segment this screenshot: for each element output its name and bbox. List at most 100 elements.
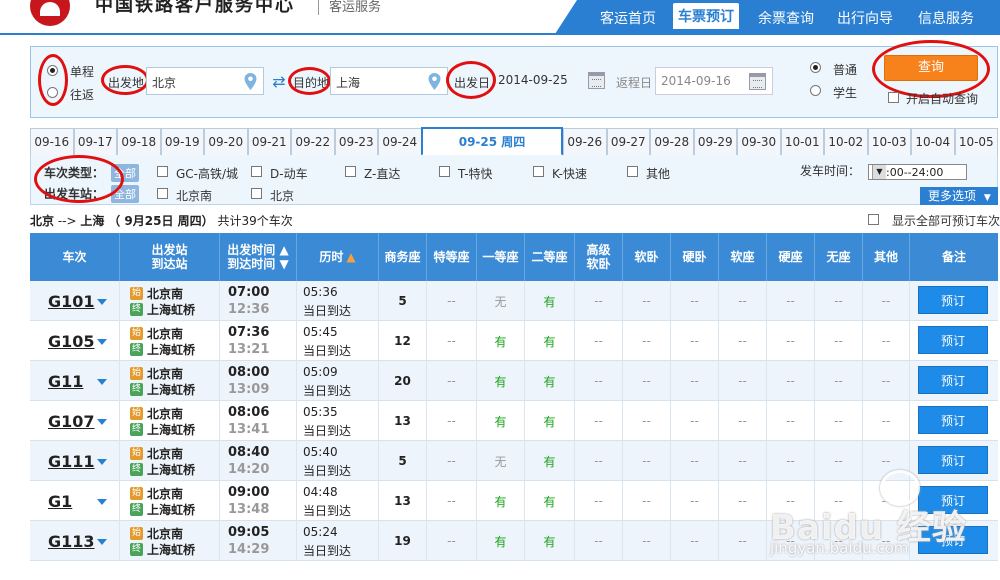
ticket-normal-radio[interactable] — [810, 62, 821, 73]
date-tab[interactable]: 09-24 — [378, 128, 422, 155]
depart-date-label: 出发日 — [454, 76, 491, 90]
seat-cell: -- — [863, 281, 910, 321]
ticket-student-radio[interactable] — [810, 85, 821, 96]
date-tab[interactable]: 09-27 — [606, 128, 650, 155]
seat-availability: 有 — [543, 494, 556, 509]
date-tab[interactable]: 09-30 — [737, 128, 781, 155]
book-button[interactable]: 预订 — [918, 406, 988, 434]
date-tab[interactable]: 09-22 — [291, 128, 335, 155]
map-pin-icon[interactable] — [244, 73, 257, 90]
date-tab[interactable]: 09-19 — [160, 128, 204, 155]
filter-d-checkbox[interactable] — [251, 166, 262, 177]
seat-cell: -- — [767, 281, 815, 321]
col-duration[interactable]: 历时 ▲ — [297, 233, 379, 281]
chevron-down-icon[interactable] — [97, 419, 107, 425]
nav-travel-guide[interactable]: 出行向导 — [837, 8, 893, 28]
return-date-input[interactable]: 2014-09-16 — [655, 67, 773, 95]
seat-availability: -- — [642, 334, 651, 348]
date-tab[interactable]: 10-04 — [911, 128, 955, 155]
train-number-link[interactable]: G101 — [48, 292, 95, 311]
show-all-checkbox[interactable] — [868, 214, 879, 225]
auto-query-checkbox[interactable] — [888, 92, 899, 103]
train-number-link[interactable]: G105 — [48, 332, 95, 351]
seat-availability: 有 — [543, 534, 556, 549]
seat-availability: -- — [786, 334, 795, 348]
sort-down-icon[interactable]: ▼ — [279, 257, 288, 271]
from-station-input[interactable]: 北京 — [146, 67, 264, 95]
trip-round-radio[interactable] — [47, 87, 58, 98]
seat-availability: -- — [834, 414, 843, 428]
nav-remaining-tickets[interactable]: 余票查询 — [758, 8, 814, 28]
filter-gc-label: GC-高铁/城 — [176, 167, 239, 181]
date-tab[interactable]: 09-20 — [204, 128, 248, 155]
date-tab[interactable]: 09-16 — [30, 128, 74, 155]
chevron-down-icon[interactable]: ▼ — [872, 165, 886, 179]
chevron-down-icon[interactable] — [97, 339, 107, 345]
date-tab[interactable]: 09-29 — [693, 128, 737, 155]
duration: 05:24 — [303, 525, 338, 539]
search-button[interactable]: 查询 — [884, 55, 978, 81]
filter-t-checkbox[interactable] — [439, 166, 450, 177]
map-pin-icon[interactable] — [428, 73, 441, 90]
more-options-button[interactable]: 更多选项 ▼ — [920, 187, 998, 205]
seat-availability: -- — [786, 374, 795, 388]
train-number-link[interactable]: G107 — [48, 412, 95, 431]
train-number-link[interactable]: G11 — [48, 372, 83, 391]
station-all-chip[interactable]: 全部 — [111, 185, 139, 203]
calendar-icon[interactable] — [588, 72, 605, 89]
nav-ticket-booking[interactable]: 车票预订 — [673, 3, 739, 29]
depart-station: 北京南 — [147, 287, 184, 301]
seat-cell: -- — [427, 281, 477, 321]
station-beijingnan-checkbox[interactable] — [157, 188, 168, 199]
book-button[interactable]: 预订 — [918, 366, 988, 394]
date-tab[interactable]: 10-02 — [824, 128, 868, 155]
depart-date-input[interactable]: 2014-09-25 — [493, 67, 611, 95]
book-button[interactable]: 预订 — [918, 326, 988, 354]
date-tab[interactable]: 09-17 — [73, 128, 117, 155]
filter-z-checkbox[interactable] — [345, 166, 356, 177]
sort-up-icon[interactable]: ▲ — [346, 250, 355, 264]
to-station-input[interactable]: 上海 — [330, 67, 448, 95]
col-times[interactable]: 出发时间 ▲ 到达时间 ▼ — [220, 233, 297, 281]
date-tab-active[interactable]: 09-25 周四 — [421, 127, 563, 156]
seat-cell: 有 — [525, 521, 575, 561]
sort-up-icon[interactable]: ▲ — [279, 243, 288, 257]
col-seat: 高级软卧 — [575, 233, 623, 281]
date-tab[interactable]: 09-28 — [650, 128, 694, 155]
seat-cell: -- — [427, 481, 477, 521]
nav-passenger-home[interactable]: 客运首页 — [600, 8, 656, 28]
seat-cell: -- — [623, 401, 671, 441]
train-number-link[interactable]: G1 — [48, 492, 72, 511]
seat-cell: -- — [815, 361, 863, 401]
date-tab[interactable]: 09-18 — [117, 128, 161, 155]
chevron-down-icon[interactable] — [97, 379, 107, 385]
station-beijing-checkbox[interactable] — [251, 188, 262, 199]
book-button[interactable]: 预订 — [918, 286, 988, 314]
calendar-icon[interactable] — [749, 73, 766, 90]
chevron-down-icon[interactable] — [97, 299, 107, 305]
train-number-link[interactable]: G113 — [48, 532, 95, 551]
date-tab[interactable]: 09-26 — [563, 128, 607, 155]
date-tab[interactable]: 09-23 — [334, 128, 378, 155]
seat-availability: 无 — [494, 454, 507, 469]
nav-info-service[interactable]: 信息服务 — [918, 8, 974, 28]
date-tab[interactable]: 10-05 — [954, 128, 998, 155]
chevron-down-icon[interactable] — [97, 459, 107, 465]
filter-gc-checkbox[interactable] — [157, 166, 168, 177]
trip-one-way-radio[interactable] — [47, 65, 58, 76]
train-number-link[interactable]: G111 — [48, 452, 95, 471]
depart-time-select[interactable]: 00:00--24:00 ▼ — [868, 164, 967, 180]
date-tab[interactable]: 10-01 — [780, 128, 824, 155]
col-seat: 其他 — [863, 233, 910, 281]
seat-cell: -- — [427, 321, 477, 361]
swap-stations-icon[interactable]: ⇄ — [270, 74, 288, 90]
chevron-down-icon[interactable] — [97, 499, 107, 505]
date-tab[interactable]: 10-03 — [867, 128, 911, 155]
train-type-all-chip[interactable]: 全部 — [111, 164, 139, 182]
chevron-down-icon[interactable] — [97, 539, 107, 545]
filter-other-checkbox[interactable] — [627, 166, 638, 177]
col-depart-station: 出发站 — [151, 243, 188, 257]
filter-k-label: K-快速 — [552, 167, 587, 181]
filter-k-checkbox[interactable] — [533, 166, 544, 177]
date-tab[interactable]: 09-21 — [247, 128, 291, 155]
